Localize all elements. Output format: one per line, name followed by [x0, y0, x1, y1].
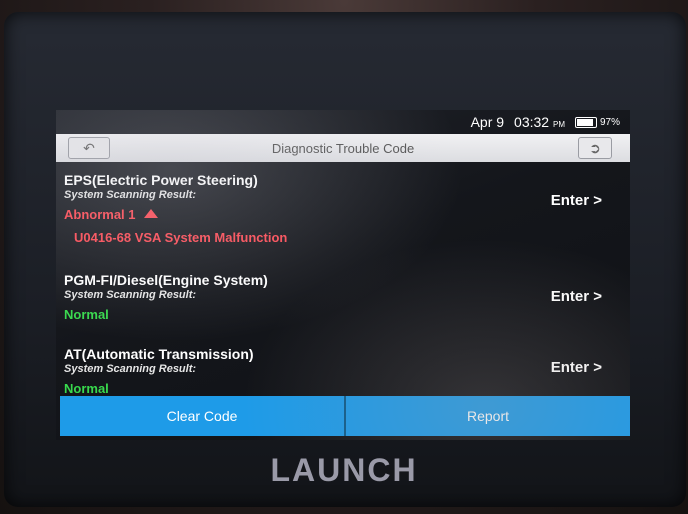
dtc-entry: U0416-68 VSA System Malfunction: [74, 230, 288, 245]
system-result-label: System Scanning Result:: [64, 289, 197, 301]
action-bar: Clear Code Report: [60, 396, 630, 436]
status-time: 03:32 PM: [514, 114, 565, 130]
system-status: Normal: [64, 381, 109, 396]
title-bar: ↶ Diagnostic Trouble Code ➲: [56, 134, 630, 162]
clear-code-button[interactable]: Clear Code: [60, 396, 344, 436]
back-arrow-icon: ↶: [83, 139, 95, 156]
enter-button-eps[interactable]: Enter >: [551, 192, 602, 209]
system-status[interactable]: Abnormal 1: [64, 207, 624, 222]
system-name: EPS(Electric Power Steering): [64, 172, 258, 188]
battery-percent: 97%: [599, 116, 620, 128]
system-status: Normal: [64, 307, 109, 322]
device-screen: Apr 9 03:32 PM 97% ↶ Diagnostic Trouble …: [56, 110, 630, 440]
system-result-label: System Scanning Result:: [64, 363, 197, 375]
triangle-up-icon[interactable]: [143, 209, 158, 218]
report-button[interactable]: Report: [344, 396, 630, 436]
status-ampm: PM: [552, 120, 565, 129]
enter-button-engine[interactable]: Enter >: [551, 288, 602, 305]
exit-button[interactable]: ➲: [578, 137, 612, 159]
system-name: PGM-FI/Diesel(Engine System): [64, 272, 268, 288]
battery-fill: [576, 118, 593, 126]
exit-icon: ➲: [589, 139, 601, 156]
brand-logo: LAUNCH: [270, 452, 418, 488]
page-title: Diagnostic Trouble Code: [271, 140, 415, 156]
system-item-transmission: AT(Automatic Transmission) System Scanni…: [64, 346, 624, 396]
system-item-engine: PGM-FI/Diesel(Engine System) System Scan…: [64, 272, 624, 322]
battery-icon: [574, 116, 597, 128]
enter-button-transmission[interactable]: Enter >: [551, 359, 602, 376]
system-result-label: System Scanning Result:: [64, 189, 197, 201]
status-bar: Apr 9 03:32 PM 97%: [56, 110, 630, 134]
battery-indicator: 97%: [574, 116, 620, 128]
system-item-eps: EPS(Electric Power Steering) System Scan…: [64, 172, 624, 245]
system-name: AT(Automatic Transmission): [64, 346, 254, 362]
back-button[interactable]: ↶: [68, 137, 110, 159]
status-date: Apr 9: [470, 114, 505, 130]
